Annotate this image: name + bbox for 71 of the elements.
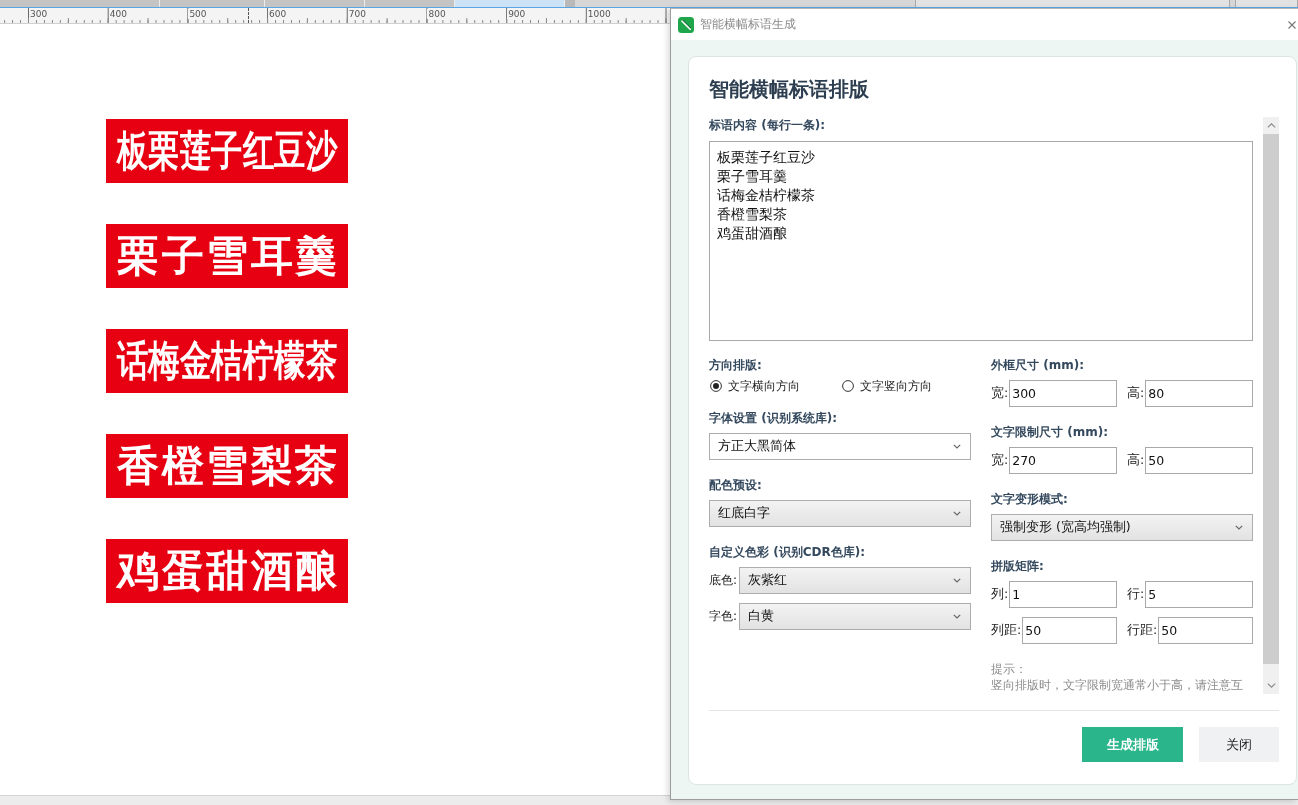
number-input[interactable]: 300 bbox=[1009, 380, 1117, 407]
banner-text: 香橙雪梨茶 bbox=[117, 442, 337, 490]
field-label: 自定义色彩 (识别CDR色库): bbox=[709, 545, 865, 559]
field-label: 外框尺寸 (mm): bbox=[991, 358, 1084, 372]
cursor-guide-line bbox=[248, 8, 249, 23]
hint-title: 提示： bbox=[991, 661, 1027, 677]
chevron-down-icon[interactable] bbox=[1266, 683, 1276, 688]
color-dropdown[interactable]: 灰紫红 bbox=[739, 567, 971, 594]
field-label: 宽: bbox=[991, 452, 1010, 469]
field-label: 方向排版: bbox=[709, 358, 762, 372]
deform-mode-dropdown[interactable]: 强制变形 (宽高均强制) bbox=[991, 514, 1253, 541]
color-preset-dropdown[interactable]: 红底白字 bbox=[709, 500, 971, 527]
caret-icon bbox=[953, 511, 961, 516]
panel-tab[interactable] bbox=[1235, 0, 1298, 7]
ruler-label: 600 bbox=[268, 9, 288, 19]
ruler-label: 500 bbox=[188, 9, 208, 19]
field-label: 高: bbox=[1127, 385, 1146, 402]
field-label: 配色预设: bbox=[709, 478, 762, 492]
caret-icon bbox=[953, 578, 961, 583]
slogan-textarea[interactable]: 板栗莲子红豆沙 栗子雪耳羹 话梅金桔柠檬茶 香橙雪梨茶 鸡蛋甜酒酿 bbox=[709, 141, 1253, 341]
close-button[interactable]: 关闭 bbox=[1199, 727, 1279, 762]
field-label: 拼版矩阵: bbox=[991, 559, 1044, 573]
caret-icon bbox=[953, 444, 961, 449]
window-title: 智能横幅标语生成 bbox=[700, 16, 796, 33]
font-dropdown[interactable]: 方正大黑简体 bbox=[709, 433, 971, 460]
number-input[interactable]: 5 bbox=[1145, 581, 1253, 608]
field-label: 宽: bbox=[991, 385, 1010, 402]
field-label: 列距: bbox=[991, 622, 1023, 639]
ruler-label: 300 bbox=[29, 9, 49, 19]
number-input[interactable]: 50 bbox=[1145, 447, 1253, 474]
caret-icon bbox=[1235, 525, 1243, 530]
chevron-up-icon[interactable] bbox=[1266, 123, 1276, 128]
document-tab[interactable] bbox=[365, 0, 455, 7]
caret-icon bbox=[953, 614, 961, 619]
document-tab[interactable] bbox=[265, 0, 365, 7]
banner-text: 板栗莲子红豆沙 bbox=[117, 127, 337, 175]
field-label: 标语内容 (每行一条): bbox=[709, 118, 825, 132]
number-input[interactable]: 50 bbox=[1022, 617, 1117, 644]
field-label: 行距: bbox=[1127, 622, 1159, 639]
ruler-label: 1000 bbox=[586, 9, 612, 19]
color-dropdown[interactable]: 白黄 bbox=[739, 603, 971, 630]
radio-option[interactable]: 文字横向方向 bbox=[709, 379, 800, 393]
field-label: 文字限制尺寸 (mm): bbox=[991, 425, 1108, 439]
field-label: 文字变形模式: bbox=[991, 492, 1068, 506]
number-input[interactable]: 80 bbox=[1145, 380, 1253, 407]
panel-tab[interactable] bbox=[915, 0, 1230, 7]
document-tab[interactable] bbox=[455, 0, 565, 7]
banner-text: 话梅金桔柠檬茶 bbox=[117, 337, 337, 385]
document-tab[interactable] bbox=[160, 0, 265, 7]
number-input[interactable]: 1 bbox=[1009, 581, 1117, 608]
field-label: 列: bbox=[991, 586, 1010, 603]
field-label: 底色: bbox=[709, 572, 739, 589]
number-input[interactable]: 50 bbox=[1158, 617, 1253, 644]
dialog-heading: 智能横幅标语排版 bbox=[709, 76, 869, 102]
close-icon[interactable] bbox=[1288, 20, 1296, 29]
ruler-label: 800 bbox=[427, 9, 447, 19]
document-tab[interactable] bbox=[0, 0, 160, 7]
radio-option[interactable]: 文字竖向方向 bbox=[841, 379, 932, 393]
pen-icon bbox=[678, 16, 694, 33]
number-input[interactable]: 270 bbox=[1009, 447, 1117, 474]
field-label: 行: bbox=[1127, 586, 1146, 603]
field-label: 字色: bbox=[709, 608, 739, 625]
banner-text: 栗子雪耳羹 bbox=[117, 232, 337, 280]
field-label: 高: bbox=[1127, 452, 1146, 469]
tab-scroll-button[interactable] bbox=[565, 0, 575, 7]
ruler-label: 700 bbox=[347, 9, 367, 19]
field-label: 字体设置 (识别系统库): bbox=[709, 411, 837, 425]
hint-text: 竖向排版时，文字限制宽通常小于高，请注意互 bbox=[991, 677, 1243, 693]
ruler-label: 900 bbox=[507, 9, 527, 19]
banner-text: 鸡蛋甜酒酿 bbox=[117, 547, 337, 595]
ruler-label: 400 bbox=[108, 9, 128, 19]
